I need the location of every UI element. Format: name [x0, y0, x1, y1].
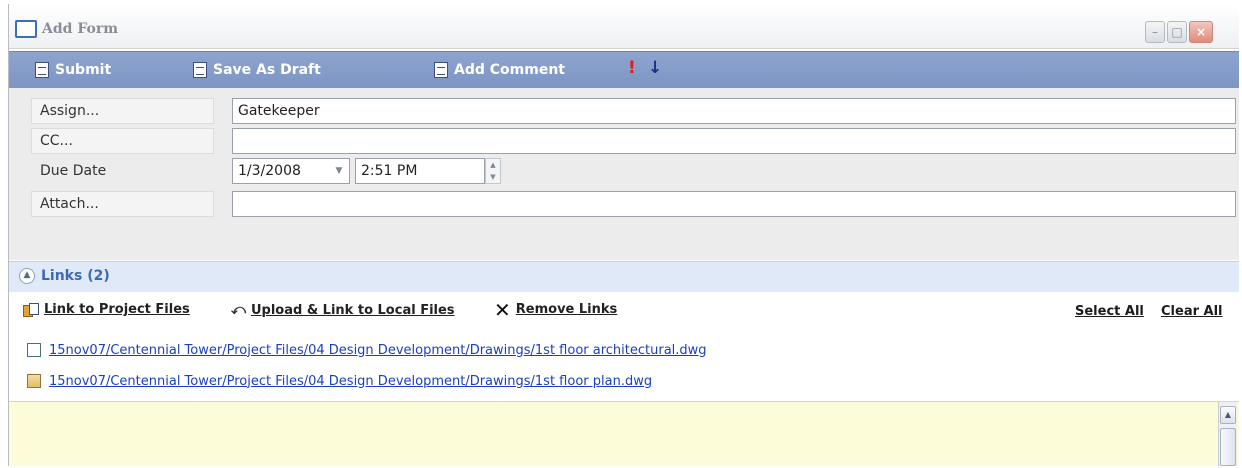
add-comment-button[interactable]: Add Comment	[434, 60, 565, 80]
save-as-draft-button[interactable]: Save As Draft	[193, 60, 321, 80]
action-toolbar: Submit Save As Draft Add Comment ! ↓	[9, 51, 1239, 89]
draft-document-icon	[193, 62, 207, 78]
upload-link-local-files-button[interactable]: ⤺ Upload & Link to Local Files	[231, 302, 455, 318]
links-list: 15nov07/Centennial Tower/Project Files/0…	[9, 334, 1239, 400]
select-all-link[interactable]: Select All	[1075, 304, 1144, 319]
due-date-row: Due Date 1/3/2008 ▼ 2:51 PM ▲ ▼	[9, 158, 1239, 184]
comment-icon	[434, 62, 448, 78]
cc-row: CC...	[9, 128, 1239, 154]
add-comment-label: Add Comment	[454, 62, 565, 78]
cc-button[interactable]: CC...	[31, 128, 214, 154]
title-bar: Add Form – □ ×	[9, 4, 1239, 49]
submit-button[interactable]: Submit	[35, 60, 111, 80]
attach-button[interactable]: Attach...	[31, 191, 214, 217]
save-as-draft-label: Save As Draft	[213, 62, 321, 78]
file-link[interactable]: 15nov07/Centennial Tower/Project Files/0…	[49, 374, 652, 389]
close-button[interactable]: ×	[1189, 21, 1213, 43]
assign-field[interactable]: Gatekeeper	[232, 98, 1236, 124]
links-title[interactable]: Links (2)	[41, 268, 110, 284]
clear-all-link[interactable]: Clear All	[1161, 304, 1223, 319]
attach-row: Attach...	[9, 191, 1239, 217]
submit-icon	[35, 62, 49, 78]
window-title: Add Form	[42, 21, 119, 37]
link-checkbox[interactable]	[27, 343, 41, 357]
maximize-button[interactable]: □	[1167, 21, 1187, 43]
collapse-icon[interactable]: ▲	[19, 268, 35, 284]
attach-field[interactable]	[232, 191, 1236, 217]
comment-textarea[interactable]: ▲	[9, 401, 1239, 466]
links-toolbar: Link to Project Files ⤺ Upload & Link to…	[9, 292, 1239, 330]
assign-row: Assign... Gatekeeper	[9, 98, 1239, 124]
spinner-up-icon[interactable]: ▲	[486, 159, 500, 171]
add-form-window: Add Form – □ × Submit Save As Draft Add …	[8, 4, 1239, 466]
link-to-project-files-button[interactable]: Link to Project Files	[23, 302, 190, 317]
scroll-thumb[interactable]	[1220, 428, 1236, 466]
scroll-up-icon[interactable]: ▲	[1220, 406, 1236, 424]
file-link[interactable]: 15nov07/Centennial Tower/Project Files/0…	[49, 343, 707, 358]
minimize-button[interactable]: –	[1145, 21, 1165, 43]
upload-link-local-files-label: Upload & Link to Local Files	[250, 302, 455, 318]
remove-links-label: Remove Links	[515, 302, 618, 317]
assign-button[interactable]: Assign...	[31, 98, 214, 124]
time-spinner[interactable]: ▲ ▼	[485, 158, 501, 184]
submit-label: Submit	[55, 62, 112, 78]
date-dropdown-icon[interactable]: ▼	[331, 162, 347, 180]
low-priority-icon[interactable]: ↓	[648, 58, 662, 78]
link-checkbox[interactable]	[27, 374, 41, 388]
list-item: 15nov07/Centennial Tower/Project Files/0…	[27, 371, 652, 391]
remove-links-button[interactable]: ✕ Remove Links	[494, 297, 618, 322]
vertical-scrollbar[interactable]: ▲	[1218, 402, 1237, 466]
project-files-icon	[23, 302, 39, 317]
due-time-field[interactable]: 2:51 PM	[355, 158, 485, 184]
link-to-project-files-label: Link to Project Files	[44, 302, 190, 317]
due-date-label: Due Date	[40, 163, 107, 179]
form-icon	[15, 20, 37, 38]
upload-icon: ⤺	[231, 302, 246, 318]
remove-x-icon: ✕	[494, 297, 511, 322]
high-priority-icon[interactable]: !	[628, 58, 636, 78]
list-item: 15nov07/Centennial Tower/Project Files/0…	[27, 340, 707, 360]
form-fields: Assign... Gatekeeper CC... Due Date 1/3/…	[9, 88, 1239, 260]
spinner-down-icon[interactable]: ▼	[486, 171, 500, 183]
links-section-header[interactable]: ▲ Links (2)	[9, 261, 1239, 292]
cc-field[interactable]	[232, 128, 1236, 154]
